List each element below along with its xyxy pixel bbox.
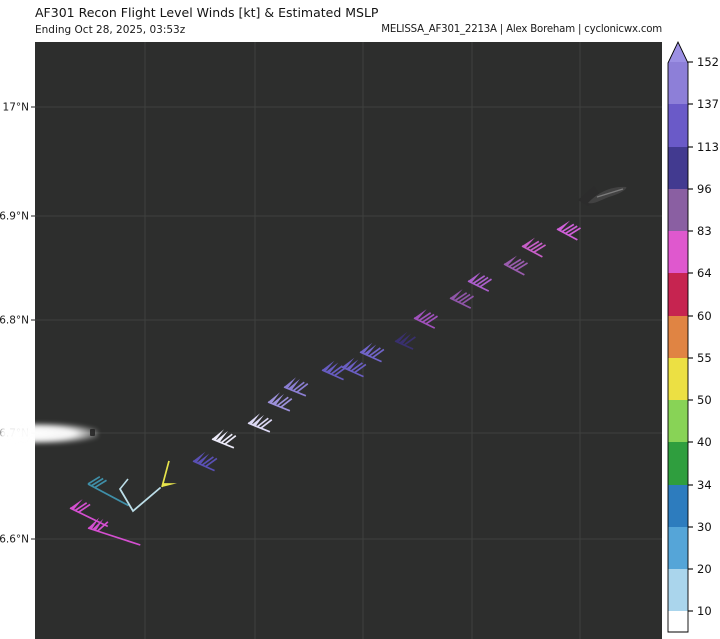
- wind-barb-map: 17°N 16.9°N 16.8°N 16.7°N 16.6°N 152 137 113 96 8…: [0, 40, 719, 639]
- colorbar-tick-label: 55: [697, 351, 712, 365]
- lat-tick-label: 16.6°N: [0, 534, 29, 546]
- colorbar-segment: [668, 400, 688, 442]
- colorbar-tick-label: 113: [697, 140, 719, 154]
- colorbar-arrow: [668, 42, 688, 63]
- lat-tick-label: 16.7°N: [0, 428, 29, 440]
- colorbar-segment: [668, 485, 688, 527]
- colorbar-segment: [668, 189, 688, 231]
- colorbar-tick-label: 34: [697, 478, 712, 492]
- lat-tick-label: 16.9°N: [0, 211, 29, 223]
- map-background: [35, 42, 662, 639]
- colorbar-segment: [668, 231, 688, 273]
- colorbar-tick-label: 40: [697, 435, 712, 449]
- colorbar-segment: [668, 62, 688, 104]
- colorbar-segment: [668, 104, 688, 147]
- colorbar-tick-label: 50: [697, 393, 712, 407]
- colorbar-segment: [668, 316, 688, 358]
- colorbar-tick-label: 20: [697, 562, 712, 576]
- colorbar-segment: [668, 442, 688, 485]
- colorbar-segment: [668, 569, 688, 611]
- colorbar-segment: [668, 527, 688, 569]
- colorbar-segment-min: [668, 611, 688, 632]
- colorbar-tick-label: 10: [697, 604, 712, 618]
- colorbar-segment: [668, 358, 688, 400]
- colorbar-segment: [668, 147, 688, 189]
- colorbar: 152 137 113 96 83 64 60 55 50 40 34 30 20 10: [667, 40, 719, 633]
- lat-tick-label: 16.8°N: [0, 315, 29, 327]
- colorbar-tick-label: 152: [697, 55, 719, 69]
- recon-wind-chart-page: AF301 Recon Flight Level Winds [kt] & Es…: [0, 0, 720, 639]
- colorbar-segment: [668, 273, 688, 316]
- colorbar-tick-label: 30: [697, 520, 712, 534]
- colorbar-tick-label: 60: [697, 309, 712, 323]
- colorbar-tick-label: 64: [697, 266, 712, 280]
- colorbar-tick-label: 137: [697, 97, 719, 111]
- lat-tick-label: 17°N: [3, 102, 29, 114]
- colorbar-tick-label: 96: [697, 182, 712, 196]
- colorbar-tick-label: 83: [697, 224, 712, 238]
